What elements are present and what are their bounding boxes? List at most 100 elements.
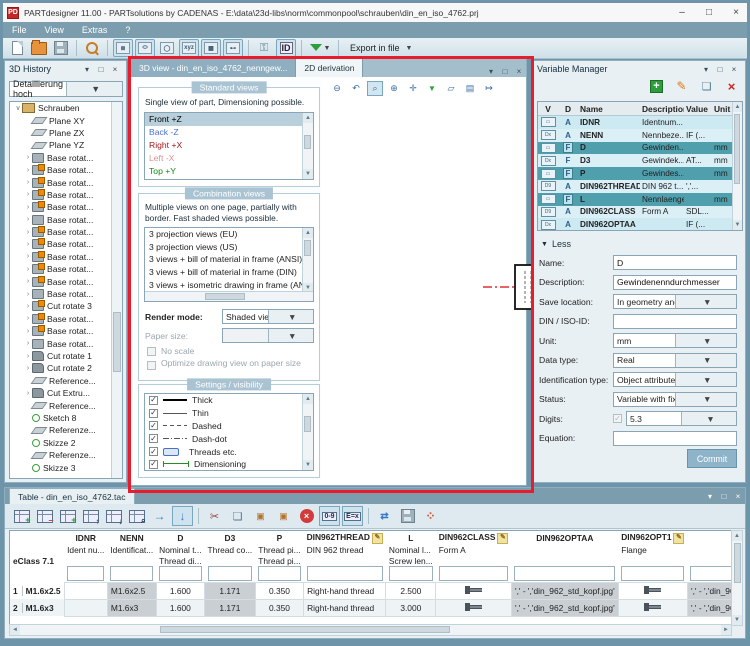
scroll-up-icon[interactable]: ▲ bbox=[303, 228, 313, 238]
column-header[interactable]: L bbox=[386, 531, 436, 544]
column-header[interactable]: DIN962CLASS✎ bbox=[436, 531, 512, 544]
tree-caret-icon[interactable]: ∨ bbox=[14, 104, 22, 112]
print-button[interactable]: ▤ bbox=[462, 81, 478, 96]
cell[interactable]: 0.350 bbox=[255, 582, 303, 599]
tree-caret-icon[interactable]: › bbox=[24, 291, 32, 298]
history-view-button[interactable]: ≣ bbox=[113, 39, 133, 57]
visibility-option[interactable]: Dashed bbox=[145, 420, 302, 433]
row-header[interactable]: 2M1.6x3 bbox=[10, 599, 64, 616]
visibility-checkbox[interactable] bbox=[149, 447, 158, 456]
scroll-thumb[interactable] bbox=[734, 114, 740, 184]
tree-item[interactable]: ›Base rotat... bbox=[10, 288, 122, 300]
variable-row[interactable]: ▭AIDNRIdentnum... bbox=[538, 116, 742, 129]
chevron-down-icon[interactable]: ▼ bbox=[675, 373, 737, 386]
visibility-checkbox[interactable] bbox=[149, 460, 158, 469]
scroll-thumb[interactable] bbox=[113, 312, 121, 372]
filter-input[interactable] bbox=[208, 566, 253, 581]
export-in-file-button[interactable]: Export in file▼ bbox=[344, 39, 418, 57]
open-folder-button[interactable] bbox=[29, 39, 49, 57]
filter-input[interactable] bbox=[690, 566, 732, 581]
undo-button[interactable]: ↶ bbox=[348, 81, 364, 96]
tree-caret-icon[interactable]: › bbox=[24, 390, 32, 397]
column-header[interactable]: IDNR bbox=[64, 531, 107, 544]
digits-select[interactable]: 5.3▼ bbox=[626, 411, 737, 426]
panel-float-icon[interactable]: □ bbox=[717, 490, 731, 502]
column-header[interactable]: DIN962THREAD✎ bbox=[304, 531, 386, 544]
cell[interactable]: 1.600 bbox=[156, 599, 204, 616]
delete-column-button[interactable]: – bbox=[34, 506, 55, 526]
tab-3d-view[interactable]: 3D view - din_en_iso_4762_nenngew... bbox=[131, 59, 295, 77]
edit-pencil-icon[interactable]: ✎ bbox=[497, 533, 508, 544]
visibility-option[interactable]: Thick bbox=[145, 394, 302, 407]
sketch-view-button[interactable]: ◯ bbox=[157, 39, 177, 57]
visibility-option[interactable]: Thin bbox=[145, 407, 302, 420]
tree-caret-icon[interactable]: › bbox=[24, 154, 32, 161]
tree-item[interactable]: Plane YZ bbox=[10, 139, 122, 151]
list-scrollbar[interactable]: ▲ ▼ bbox=[302, 113, 313, 179]
variable-column-header[interactable]: Name bbox=[578, 102, 640, 115]
table-view-button[interactable]: ▦ bbox=[201, 39, 221, 57]
scroll-thumb[interactable] bbox=[304, 135, 311, 149]
column-header[interactable]: DIN962OPT1✎ bbox=[618, 531, 687, 544]
save-button[interactable] bbox=[51, 39, 71, 57]
tree-item[interactable]: Skizze 2 bbox=[10, 437, 122, 449]
column-header[interactable]: D3 bbox=[205, 531, 256, 544]
data-type-select[interactable]: Real▼ bbox=[613, 353, 737, 368]
panel-close-icon[interactable]: × bbox=[731, 490, 745, 502]
chevron-down-icon[interactable]: ▼ bbox=[675, 334, 737, 347]
column-header[interactable] bbox=[687, 531, 732, 544]
tree-item[interactable]: ›Base rotat... bbox=[10, 176, 122, 188]
scroll-right-icon[interactable]: ► bbox=[721, 625, 731, 635]
variable-column-header[interactable]: D bbox=[558, 102, 578, 115]
visibility-option[interactable]: Dash-dot bbox=[145, 432, 302, 445]
din-iso-id-input[interactable] bbox=[613, 314, 737, 329]
combination-view-option[interactable]: 3 projection views (US) bbox=[145, 241, 302, 254]
variable-row[interactable]: ▭FLNennlaengemm bbox=[538, 193, 742, 206]
tree-item[interactable]: Referenze... bbox=[10, 449, 122, 461]
panel-menu-icon[interactable]: ▾ bbox=[703, 490, 717, 502]
page-setup-button[interactable]: ▱ bbox=[443, 81, 459, 96]
panel-float-icon[interactable]: □ bbox=[94, 63, 108, 75]
tree-item[interactable]: ›Cut rotate 2 bbox=[10, 362, 122, 374]
chevron-down-icon[interactable]: ▼ bbox=[675, 295, 737, 308]
filter-input[interactable] bbox=[389, 566, 433, 581]
render-mode-select[interactable]: Shaded view ▼ bbox=[222, 309, 314, 324]
filter-input[interactable] bbox=[258, 566, 300, 581]
tree-item[interactable]: ›Base rotat... bbox=[10, 226, 122, 238]
panel-menu-icon[interactable]: ▾ bbox=[80, 63, 94, 75]
scroll-up-icon[interactable]: ▲ bbox=[733, 102, 742, 112]
variable-row[interactable]: DxFD3Gewindek...AT...mm bbox=[538, 154, 742, 167]
column-header[interactable]: NENN bbox=[107, 531, 156, 544]
variable-table-scrollbar[interactable]: ▲ ▼ bbox=[732, 102, 742, 230]
variable-column-header[interactable]: V bbox=[538, 102, 558, 115]
save-table-button[interactable] bbox=[397, 506, 418, 526]
chevron-down-icon[interactable]: ▼ bbox=[268, 310, 314, 323]
visibility-checkbox[interactable] bbox=[149, 434, 158, 443]
id-badge-button[interactable]: ID bbox=[276, 39, 296, 57]
equation-mode-button[interactable]: E=x bbox=[342, 506, 363, 526]
description-input[interactable] bbox=[613, 275, 737, 290]
cell[interactable]: ',' - ','din_962_std_kopf.jpg' bbox=[511, 582, 618, 599]
tree-caret-icon[interactable]: › bbox=[24, 340, 32, 347]
part-view-button[interactable]: ⬭ bbox=[135, 39, 155, 57]
panel-menu-icon[interactable]: ▾ bbox=[484, 65, 498, 77]
identification-type-select[interactable]: Object attribute▼ bbox=[613, 372, 737, 387]
detail-level-select[interactable]: Detaillierung hoch ▼ bbox=[9, 81, 123, 97]
tree-caret-icon[interactable]: › bbox=[24, 266, 32, 273]
close-button[interactable]: × bbox=[725, 5, 747, 20]
filter-input[interactable] bbox=[439, 566, 509, 581]
filter-input[interactable] bbox=[514, 566, 615, 581]
scroll-thumb[interactable] bbox=[160, 626, 450, 633]
move-right-button[interactable]: → bbox=[149, 506, 170, 526]
move-down-button[interactable]: ↓ bbox=[172, 506, 193, 526]
cell[interactable] bbox=[618, 599, 687, 616]
filter-input[interactable] bbox=[621, 566, 684, 581]
unit-select[interactable]: mm▼ bbox=[613, 333, 737, 348]
standard-view-option[interactable]: Right +X bbox=[145, 139, 302, 152]
menu-help[interactable]: ? bbox=[116, 22, 139, 38]
tree-item[interactable]: Reference... bbox=[10, 399, 122, 411]
cell[interactable]: 1.171 bbox=[205, 599, 256, 616]
combination-view-option[interactable]: 3 views + bill of material in frame (ANS… bbox=[145, 253, 302, 266]
cell[interactable] bbox=[436, 582, 512, 599]
cell[interactable]: M1.6x3 bbox=[107, 599, 156, 616]
